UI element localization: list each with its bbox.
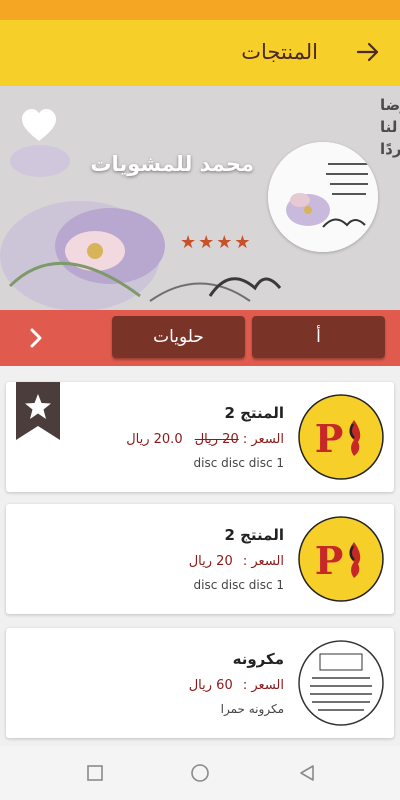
square-icon[interactable] [85,763,105,783]
arrow-right-icon[interactable] [352,36,384,68]
product-price: 20 ريال [188,554,233,569]
category-bar: أ حلويات [0,310,400,366]
banner-text-2: تهدي بها قلوبنا وتغفر لنا [380,118,400,137]
heart-icon[interactable] [20,108,58,144]
store-banner: "اللهم انظر الينا نظرة رضا تهدي بها قلوب… [0,86,400,310]
triangle-back-icon[interactable] [297,763,317,783]
price-row: السعر : 60 ريال [189,678,284,693]
product-card[interactable]: P المنتج 2 السعر : 20 ريال 20.0 ريال dis… [6,382,394,492]
product-name: المنتج 2 [224,404,284,422]
page-title: المنتجات [241,40,318,64]
banner-text-3: ذنوبنا وتردنا اليك ردًا [380,140,400,158]
store-logo [268,142,378,252]
star-icon: ★ [234,232,251,253]
product-image: P [298,394,384,480]
system-nav-bar [0,746,400,800]
product-price: 60 ريال [188,678,233,693]
store-name: محمد للمشويات [90,152,254,176]
old-price: 20 ريال [194,432,239,447]
status-bar [0,0,400,20]
product-description: disc disc disc 1 [193,456,284,470]
price-row: السعر : 20 ريال 20.0 ريال [126,432,284,447]
product-description: disc disc disc 1 [193,578,284,592]
price-label: السعر : [242,432,284,447]
star-icon: ★ [216,232,233,253]
app-bar: المنتجات [0,20,400,86]
circle-icon[interactable] [190,763,210,783]
price-row: السعر : 20 ريال [189,554,284,569]
price-label: السعر : [242,554,284,569]
star-icon: ★ [198,232,215,253]
product-image [298,640,384,726]
product-name: المنتج 2 [224,526,284,544]
product-card[interactable]: مكرونه السعر : 60 ريال مكرونه حمرا [6,628,394,738]
bookmark-star-icon [16,382,60,440]
banner-text-1: "اللهم انظر الينا نظرة رضا [380,96,400,114]
product-description: مكرونه حمرا [220,702,284,716]
product-name: مكرونه [232,650,284,668]
svg-text:P: P [315,416,344,461]
product-price: 20.0 ريال [126,432,183,447]
product-image: P [298,516,384,602]
star-icon: ★ [180,232,197,253]
category-chip-sweets[interactable]: حلويات [112,316,245,358]
svg-text:P: P [315,538,344,583]
price-label: السعر : [242,678,284,693]
chevron-right-icon[interactable] [22,324,50,352]
category-chip-a[interactable]: أ [252,316,385,358]
store-rating: ★ ★ ★ ★ [180,234,251,252]
product-card[interactable]: P المنتج 2 السعر : 20 ريال disc disc dis… [6,504,394,614]
